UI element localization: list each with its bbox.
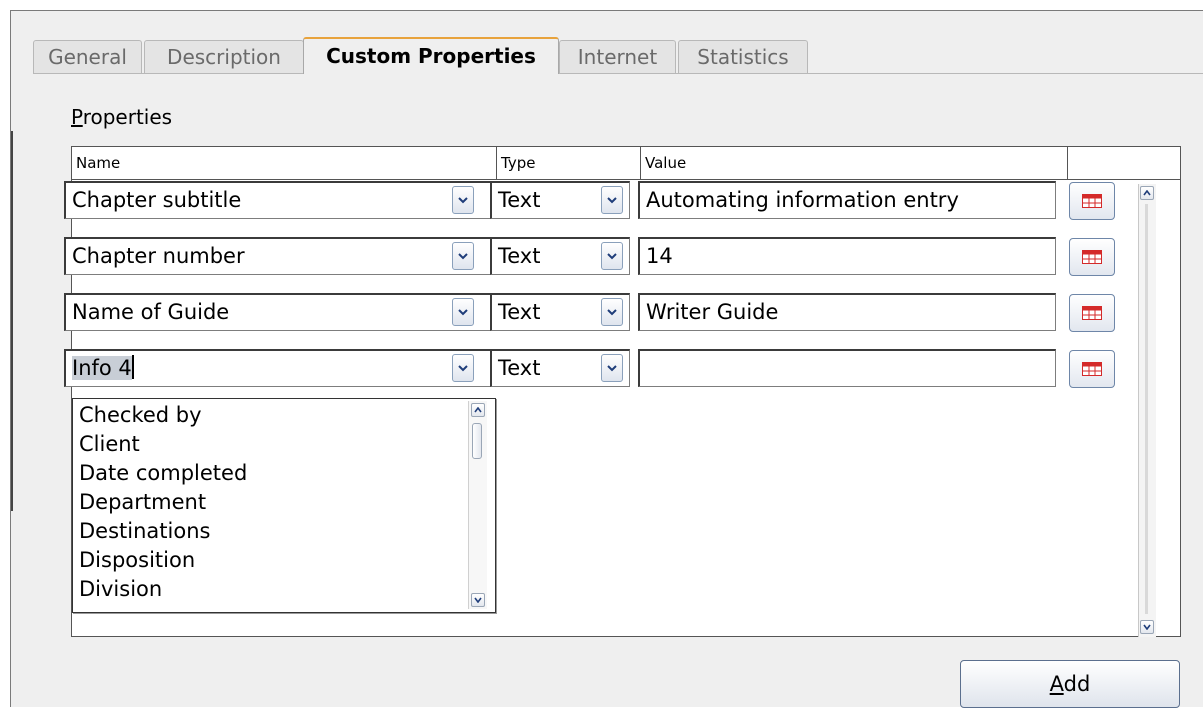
property-value-field[interactable]: Writer Guide	[638, 293, 1056, 331]
chevron-down-icon	[458, 309, 468, 316]
column-header-type: Type	[497, 147, 641, 180]
name-dropdown-button[interactable]	[452, 298, 474, 326]
scroll-thumb[interactable]	[472, 423, 482, 459]
text-cursor	[131, 355, 134, 379]
edit-value-button[interactable]	[1069, 182, 1115, 220]
window-edge	[11, 131, 13, 511]
tab-divider	[33, 73, 1203, 74]
chevron-down-icon	[458, 253, 468, 260]
table-scrollbar[interactable]	[1138, 184, 1156, 637]
column-header-actions	[1068, 147, 1180, 180]
edit-value-button[interactable]	[1069, 294, 1115, 332]
scroll-track	[1145, 204, 1148, 614]
table-icon	[1082, 362, 1102, 376]
list-item[interactable]: Date completed	[79, 459, 247, 488]
list-item[interactable]: Disposition	[79, 546, 195, 575]
list-scrollbar[interactable]	[468, 401, 487, 609]
name-dropdown-button[interactable]	[452, 186, 474, 214]
column-header-name: Name	[72, 147, 497, 180]
chevron-up-icon	[1143, 190, 1151, 196]
name-dropdown-button[interactable]	[452, 242, 474, 270]
edit-value-button[interactable]	[1069, 350, 1115, 388]
type-dropdown-button[interactable]	[601, 186, 623, 214]
table-icon	[1082, 250, 1102, 264]
chevron-down-icon	[1143, 624, 1151, 630]
properties-label: Properties	[71, 105, 173, 129]
list-item[interactable]: Client	[79, 430, 140, 459]
chevron-down-icon	[607, 253, 617, 260]
list-item[interactable]: Destinations	[79, 517, 210, 546]
table-icon	[1082, 194, 1102, 208]
scroll-down-button[interactable]	[471, 593, 485, 607]
table-icon	[1082, 306, 1102, 320]
properties-dialog: General Description Custom Properties In…	[10, 10, 1203, 708]
property-name-field[interactable]: Chapter subtitle	[64, 181, 493, 219]
tab-internet[interactable]: Internet	[559, 40, 676, 73]
chevron-down-icon	[607, 365, 617, 372]
type-dropdown-button[interactable]	[601, 354, 623, 382]
list-item[interactable]: Checked by	[79, 401, 202, 430]
column-header-value: Value	[641, 147, 1068, 180]
tab-custom-properties[interactable]: Custom Properties	[303, 37, 559, 74]
name-dropdown-button[interactable]	[452, 354, 474, 382]
property-value-field[interactable]: 14	[638, 237, 1056, 275]
chevron-down-icon	[474, 597, 482, 603]
tab-description[interactable]: Description	[144, 40, 304, 73]
chevron-down-icon	[458, 365, 468, 372]
list-item[interactable]: Division	[79, 575, 162, 604]
property-name-field[interactable]: Name of Guide	[64, 293, 493, 331]
property-value-field[interactable]	[638, 349, 1056, 387]
scroll-down-button[interactable]	[1140, 620, 1154, 634]
chevron-up-icon	[474, 407, 482, 413]
type-dropdown-button[interactable]	[601, 242, 623, 270]
property-name-field[interactable]: Chapter number	[64, 237, 493, 275]
chevron-down-icon	[458, 197, 468, 204]
scroll-up-button[interactable]	[471, 403, 485, 417]
name-suggestions-list[interactable]: Checked by Client Date completed Departm…	[72, 398, 496, 613]
property-name-field-active[interactable]: Info 4	[64, 349, 493, 387]
chevron-down-icon	[607, 309, 617, 316]
tab-statistics[interactable]: Statistics	[678, 40, 808, 73]
property-value-field[interactable]: Automating information entry	[638, 181, 1056, 219]
scroll-up-button[interactable]	[1140, 186, 1154, 200]
edit-value-button[interactable]	[1069, 238, 1115, 276]
type-dropdown-button[interactable]	[601, 298, 623, 326]
chevron-down-icon	[607, 197, 617, 204]
tab-general[interactable]: General	[33, 40, 142, 73]
list-item[interactable]: Department	[79, 488, 206, 517]
selected-text: Info 4	[72, 356, 132, 380]
add-button[interactable]: Add	[960, 660, 1180, 708]
